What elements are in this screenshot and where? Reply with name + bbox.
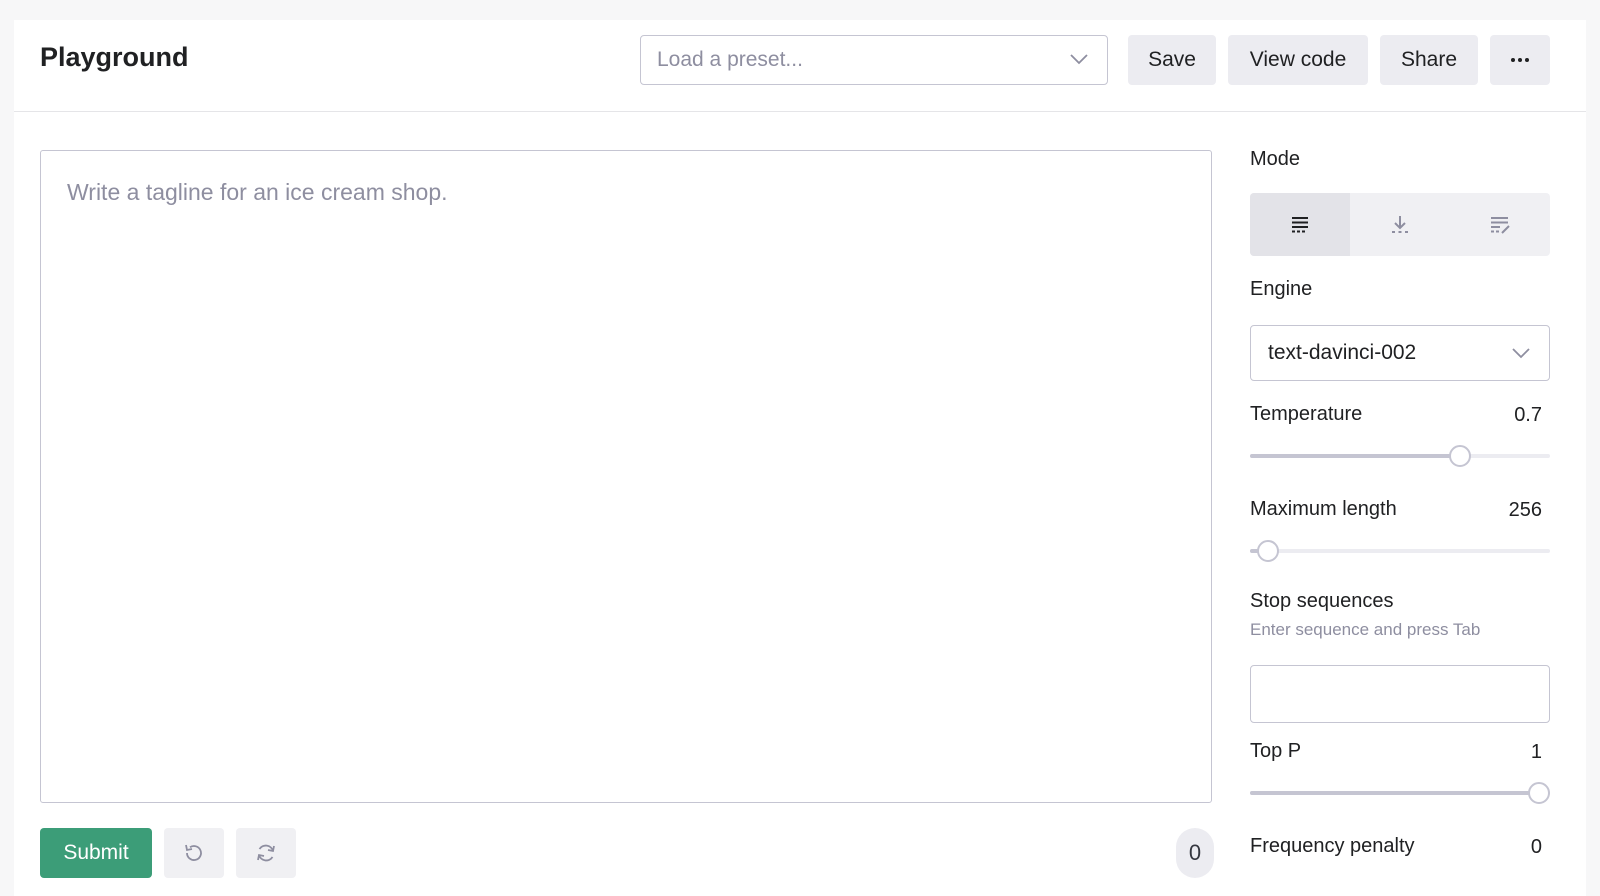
insert-mode-icon: [1392, 215, 1408, 233]
mode-edit-button[interactable]: [1450, 193, 1550, 256]
engine-select-value: text-davinci-002: [1268, 341, 1417, 364]
maximum-length-slider[interactable]: [1250, 540, 1550, 562]
top-p-slider[interactable]: [1250, 782, 1550, 804]
regenerate-icon: [257, 844, 275, 862]
frequency-penalty-value: 0: [1530, 836, 1542, 858]
temperature-value: 0.7: [1514, 404, 1542, 426]
prompt-editor-placeholder: Write a tagline for an ice cream shop.: [67, 179, 448, 205]
stop-sequences-label: Stop sequences: [1250, 590, 1394, 612]
maximum-length-value: 256: [1508, 499, 1542, 521]
edit-mode-icon: [1491, 216, 1510, 234]
slider-fill: [1250, 454, 1460, 458]
prompt-editor[interactable]: Write a tagline for an ice cream shop.: [40, 150, 1212, 803]
settings-sidebar: Mode Engine text-davinci-002 Temperature…: [1250, 20, 1550, 896]
save-button-label: Save: [1148, 48, 1196, 71]
mode-complete-button[interactable]: [1250, 193, 1350, 256]
preset-select-placeholder: Load a preset...: [657, 48, 803, 71]
temperature-label: Temperature: [1250, 403, 1363, 425]
engine-select[interactable]: text-davinci-002: [1250, 325, 1550, 381]
undo-icon: [185, 844, 202, 861]
top-p-value: 1: [1530, 741, 1542, 763]
save-button[interactable]: Save: [1128, 35, 1216, 85]
top-p-label: Top P: [1250, 740, 1302, 762]
complete-mode-icon: [1292, 216, 1308, 232]
preset-select[interactable]: Load a preset...: [640, 35, 1108, 85]
slider-fill: [1250, 791, 1550, 795]
slider-track: [1250, 549, 1550, 553]
temperature-slider[interactable]: [1250, 445, 1550, 467]
chevron-down-icon: [1070, 54, 1088, 65]
mode-label: Mode: [1250, 148, 1301, 170]
submit-button-label: Submit: [63, 841, 129, 864]
maximum-length-label: Maximum length: [1250, 498, 1397, 520]
page-title: Playground: [40, 42, 189, 72]
token-count-badge: 0: [1176, 828, 1214, 878]
undo-button[interactable]: [164, 828, 224, 878]
engine-label: Engine: [1250, 278, 1313, 300]
submit-button[interactable]: Submit: [40, 828, 152, 878]
playground-app: Playground Load a preset... Save View co…: [14, 20, 1586, 896]
chevron-down-icon: [1512, 348, 1530, 359]
slider-thumb[interactable]: [1257, 540, 1279, 562]
slider-thumb[interactable]: [1449, 445, 1471, 467]
regenerate-button[interactable]: [236, 828, 296, 878]
stop-sequences-hint: Enter sequence and press Tab: [1250, 620, 1481, 639]
slider-thumb[interactable]: [1528, 782, 1550, 804]
stop-sequences-input[interactable]: [1250, 665, 1550, 723]
frequency-penalty-label: Frequency penalty: [1250, 835, 1415, 857]
mode-insert-button[interactable]: [1350, 193, 1450, 256]
mode-toggle-group: [1250, 193, 1550, 256]
